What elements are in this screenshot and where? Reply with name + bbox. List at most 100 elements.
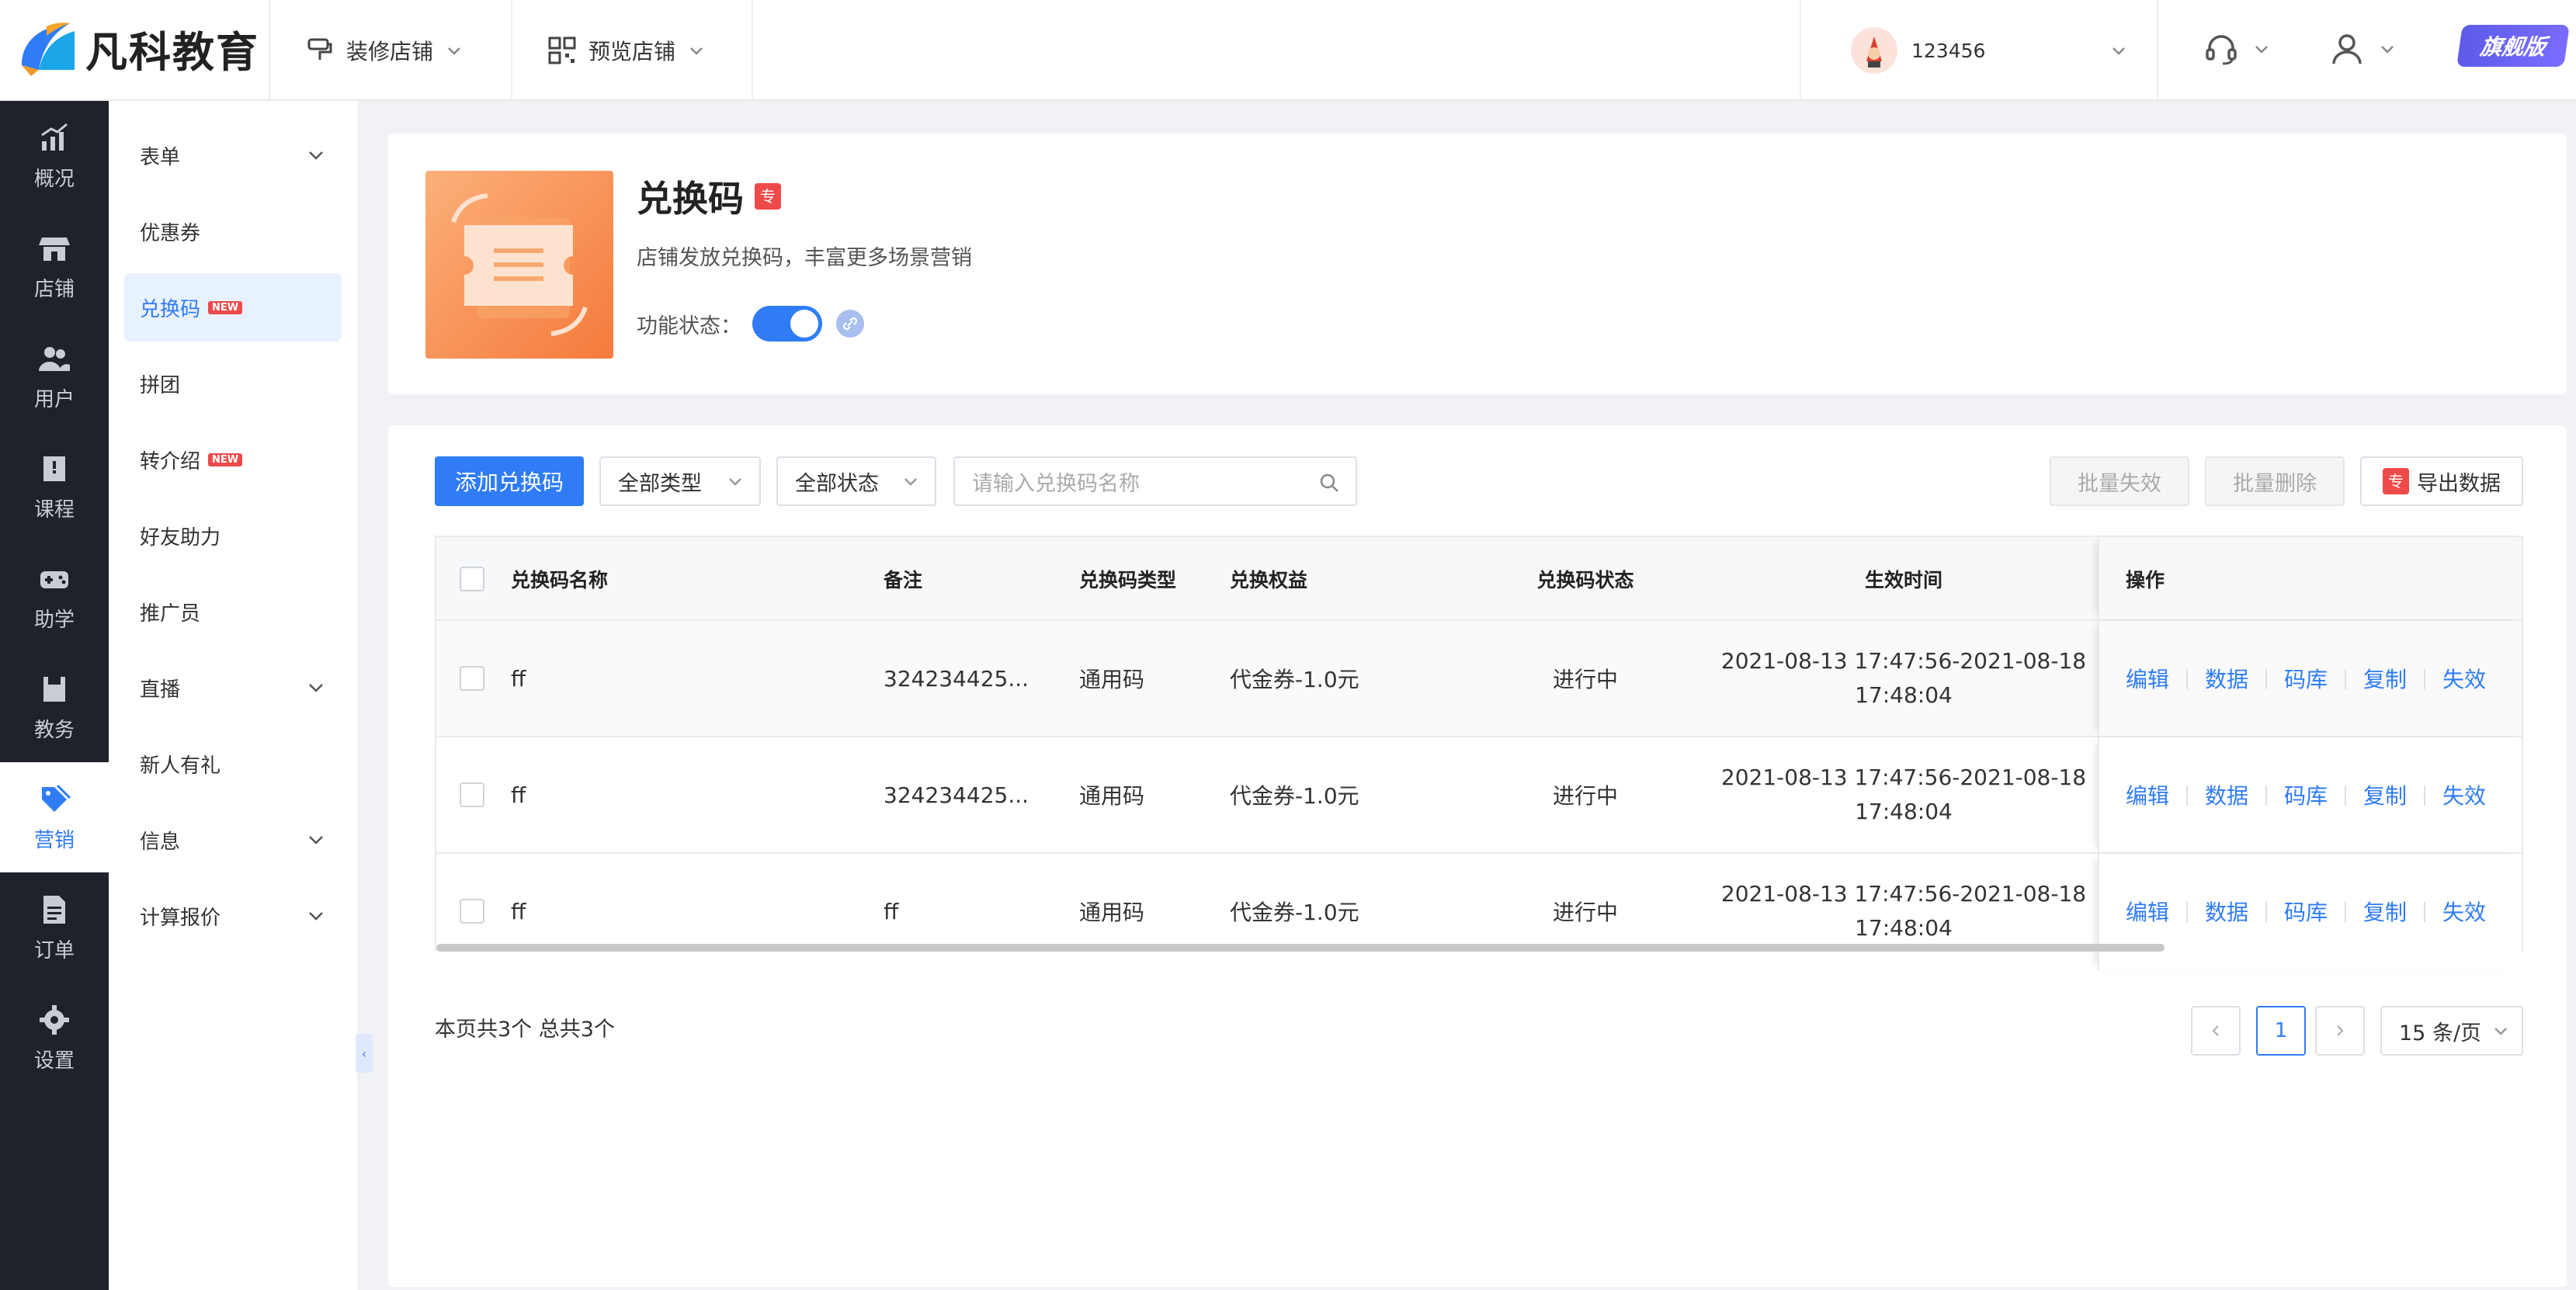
cell-status: 进行中: [1552, 783, 1618, 809]
feature-toggle[interactable]: [752, 306, 822, 342]
sidebar-item-redeem-code[interactable]: 兑换码 NEW: [124, 273, 342, 342]
preview-store-tab[interactable]: 预览店铺: [511, 0, 741, 101]
rail-item-store[interactable]: 店铺: [0, 211, 109, 321]
code-library-link[interactable]: 码库: [2284, 737, 2328, 852]
rail-item-overview[interactable]: 概况: [0, 101, 109, 211]
horizontal-scrollbar[interactable]: [436, 944, 2165, 952]
rail-label: 教务: [33, 718, 75, 742]
invalidate-link[interactable]: 失效: [2442, 621, 2486, 736]
code-library-link[interactable]: 码库: [2284, 621, 2328, 736]
chevron-down-icon: [309, 151, 323, 160]
edit-link[interactable]: 编辑: [2126, 621, 2169, 736]
action-separator: [2345, 785, 2346, 806]
link-icon[interactable]: [836, 310, 864, 338]
profile-menu[interactable]: [2328, 29, 2397, 68]
decorate-store-label: 装修店铺: [346, 39, 434, 64]
search-input[interactable]: 请输入兑换码名称: [953, 456, 1357, 506]
sidebar-item-coupon[interactable]: 优惠券: [124, 197, 342, 265]
invalidate-link[interactable]: 失效: [2442, 854, 2486, 969]
row-checkbox[interactable]: [460, 899, 484, 924]
brand-logo[interactable]: 凡科教育: [16, 16, 259, 81]
sidebar-collapse-handle[interactable]: ‹: [356, 1034, 373, 1073]
sidebar-item-form[interactable]: 表单: [124, 121, 342, 189]
add-redeem-code-button[interactable]: 添加兑换码: [435, 456, 584, 506]
edit-link[interactable]: 编辑: [2126, 737, 2169, 852]
col-ops: 操作: [2126, 569, 2165, 591]
sidebar-item-live[interactable]: 直播: [124, 654, 342, 722]
rail-item-courses[interactable]: 课程: [0, 432, 109, 542]
rail-label: 店铺: [33, 277, 75, 301]
rail-item-settings[interactable]: 设置: [0, 983, 109, 1093]
qrcode-icon: [548, 36, 576, 64]
sidebar-item-friend-assist[interactable]: 好友助力: [124, 501, 342, 570]
cell-name: ff: [511, 782, 526, 808]
support-menu[interactable]: [2202, 29, 2272, 68]
row-checkbox[interactable]: [460, 666, 484, 691]
select-all-checkbox[interactable]: [460, 567, 484, 591]
invalidate-link[interactable]: 失效: [2442, 737, 2486, 852]
export-data-button[interactable]: 专 导出数据: [2360, 456, 2523, 506]
account-switcher[interactable]: 123456: [1800, 0, 2157, 101]
chevron-left-icon: [2212, 1025, 2219, 1036]
time-range-end: 17:48:04: [1855, 682, 1953, 708]
prev-page-button[interactable]: [2191, 1006, 2241, 1056]
user-icon: [2332, 34, 2362, 64]
sidebar-item-quote-calc[interactable]: 计算报价: [124, 882, 342, 950]
copy-link[interactable]: 复制: [2363, 737, 2407, 852]
rail-item-orders[interactable]: 订单: [0, 872, 109, 983]
col-benefit: 兑换权益: [1230, 569, 1308, 591]
notebook-icon: [43, 676, 65, 702]
time-range-end: 17:48:04: [1855, 799, 1953, 824]
feature-title: 兑换码 专: [637, 171, 781, 222]
tag-icon: [42, 784, 71, 812]
vip-badge[interactable]: 旗舰版: [2456, 25, 2570, 67]
rail-item-users[interactable]: 用户: [0, 321, 109, 432]
sidebar-item-label: 好友助力: [140, 525, 221, 550]
feature-status-label: 功能状态：: [637, 314, 741, 338]
col-remark: 备注: [884, 569, 923, 591]
redeem-code-table: 兑换码名称 备注 兑换码类型 兑换权益 兑换码状态 生效时间 操作 ff 324…: [435, 536, 2523, 970]
code-library-link[interactable]: 码库: [2284, 854, 2328, 969]
feature-description: 店铺发放兑换码，丰富更多场景营销: [637, 246, 972, 270]
search-icon[interactable]: [1318, 472, 1340, 494]
rail-item-study-aid[interactable]: 助学: [0, 542, 109, 652]
sidebar-item-referral[interactable]: 转介绍 NEW: [124, 425, 342, 494]
rail-label: 助学: [33, 608, 75, 632]
decorate-store-tab[interactable]: 装修店铺: [269, 0, 498, 101]
status-filter-select[interactable]: 全部状态: [776, 456, 936, 506]
chevron-down-icon: [448, 47, 460, 55]
chevron-down-icon: [309, 912, 323, 921]
copy-link[interactable]: 复制: [2363, 854, 2407, 969]
redeem-code-list-card: 添加兑换码 全部类型 全部状态 请输入兑换码名称 批量失效 批量删除 专 导出数…: [388, 425, 2567, 1287]
batch-disable-button[interactable]: 批量失效: [2050, 456, 2189, 506]
sidebar-item-group-buy[interactable]: 拼团: [124, 349, 342, 418]
table-row: ff 324234425... 通用码 代金券-1.0元 进行中 2021-08…: [436, 737, 2522, 854]
sidebar-item-info[interactable]: 信息: [124, 806, 342, 874]
sidebar-item-promoter[interactable]: 推广员: [124, 577, 342, 646]
row-checkbox[interactable]: [460, 782, 484, 807]
batch-delete-button[interactable]: 批量删除: [2205, 456, 2345, 506]
sidebar-item-label: 直播: [140, 678, 181, 702]
data-link[interactable]: 数据: [2205, 621, 2248, 736]
page-number[interactable]: 1: [2256, 1006, 2306, 1056]
header-actions: 旗舰版: [2157, 0, 2576, 101]
next-page-button[interactable]: [2315, 1006, 2365, 1056]
action-separator: [2265, 902, 2267, 922]
chevron-down-icon: [2255, 46, 2268, 54]
chevron-down-icon: [2494, 1028, 2507, 1035]
rail-label: 营销: [33, 828, 75, 852]
book-icon: [43, 456, 65, 481]
copy-link[interactable]: 复制: [2363, 621, 2407, 736]
page-size-select[interactable]: 15 条/页: [2380, 1006, 2523, 1056]
data-link[interactable]: 数据: [2205, 737, 2248, 852]
rail-item-academic[interactable]: 教务: [0, 652, 109, 762]
ops-column-header: 操作: [2098, 537, 2522, 619]
chevron-down-icon: [904, 478, 917, 486]
type-filter-value: 全部类型: [618, 471, 702, 496]
rail-label: 课程: [33, 498, 75, 522]
type-filter-select[interactable]: 全部类型: [599, 456, 761, 506]
sidebar-item-newcomer-gift[interactable]: 新人有礼: [124, 730, 342, 798]
chevron-down-icon: [309, 836, 323, 844]
data-link[interactable]: 数据: [2205, 854, 2248, 969]
rail-item-marketing[interactable]: 营销: [0, 762, 109, 872]
